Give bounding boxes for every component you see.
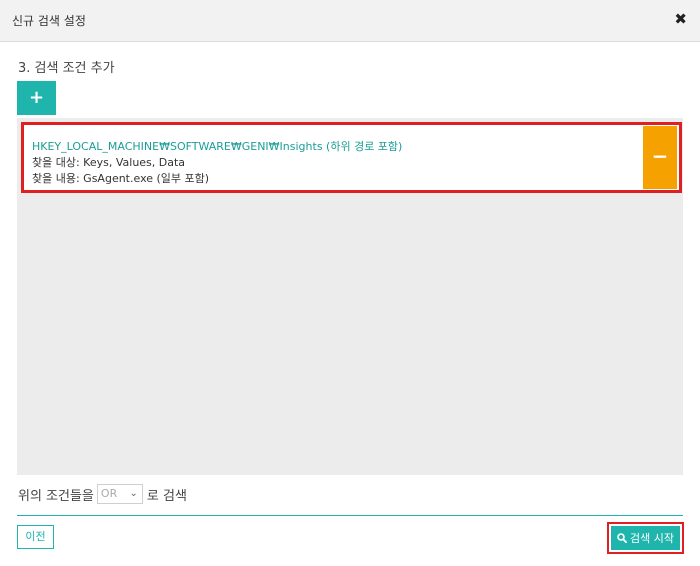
condition-path: HKEY_LOCAL_MACHINE₩SOFTWARE₩GENI₩Insight… xyxy=(32,140,403,153)
prev-button[interactable]: 이전 xyxy=(17,525,54,549)
combine-operator-value: OR xyxy=(100,487,118,500)
condition-content: 찾을 내용: GsAgent.exe (일부 포함) xyxy=(32,172,210,185)
start-search-highlight: 검색 시작 xyxy=(607,522,684,554)
chevron-down-icon: ⌄ xyxy=(129,488,138,499)
combine-row: 위의 조건들을 OR ⌄ 로 검색 xyxy=(18,484,187,504)
condition-item: HKEY_LOCAL_MACHINE₩SOFTWARE₩GENI₩Insight… xyxy=(21,122,682,193)
combine-suffix: 로 검색 xyxy=(146,488,187,504)
condition-target: 찾을 대상: Keys, Values, Data xyxy=(32,156,186,169)
dialog-title: 신규 검색 설정 xyxy=(12,14,86,28)
remove-condition-button[interactable]: − xyxy=(643,126,677,189)
add-condition-button[interactable]: + xyxy=(17,81,56,115)
dialog-header: 신규 검색 설정 ✖ xyxy=(0,0,700,42)
plus-icon: + xyxy=(28,87,45,108)
combine-operator-select[interactable]: OR ⌄ xyxy=(96,484,143,504)
combine-prefix: 위의 조건들을 xyxy=(18,488,94,504)
footer-divider xyxy=(17,515,683,516)
start-search-label: 검색 시작 xyxy=(630,532,674,545)
close-icon[interactable]: ✖ xyxy=(674,11,687,27)
search-icon xyxy=(617,533,627,543)
start-search-button[interactable]: 검색 시작 xyxy=(611,526,680,550)
section-title: 3. 검색 조건 추가 xyxy=(18,61,115,76)
minus-icon: − xyxy=(651,144,669,168)
